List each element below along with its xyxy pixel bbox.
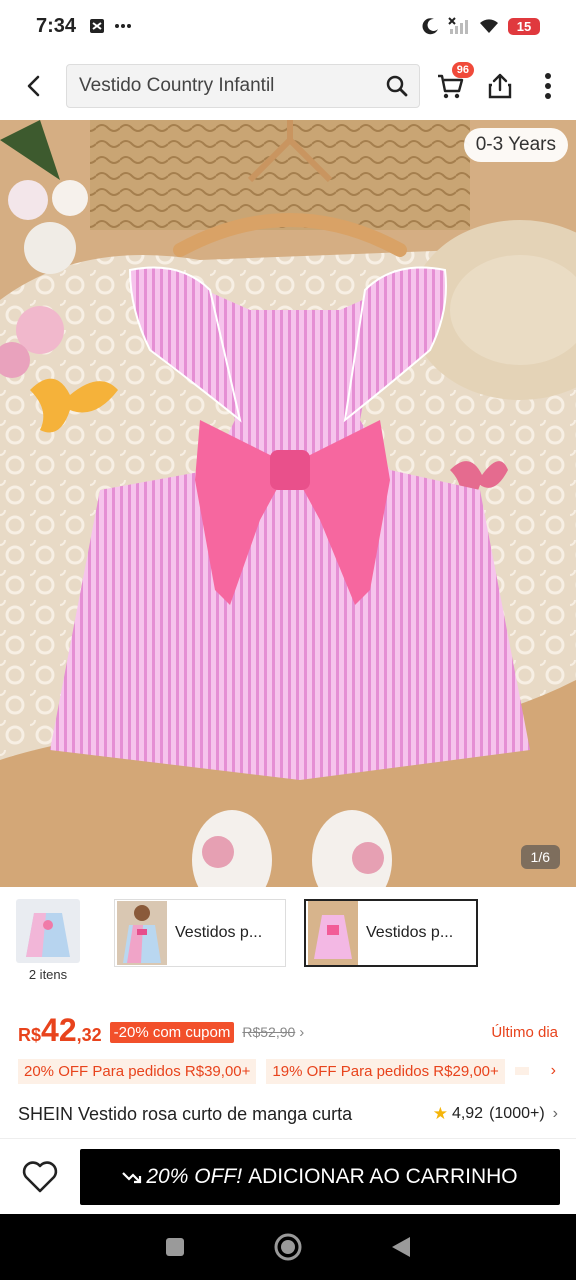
rating-value: 4,92 — [451, 1105, 484, 1122]
rating-count: (1000+) — [489, 1105, 545, 1122]
share-icon — [488, 73, 512, 99]
trend-down-icon — [122, 1171, 142, 1183]
add-to-cart-button[interactable]: 20% OFF! ADICIONAR AO CARRINHO — [80, 1148, 560, 1205]
variant-option-selected[interactable]: Vestidos p... — [304, 899, 478, 967]
promo-chip[interactable]: 19% OFF Para pedidos R$29,00+ — [266, 1058, 505, 1084]
product-image[interactable]: 0-3 Years 1/6 — [0, 120, 576, 887]
more-options-button[interactable] — [524, 62, 572, 110]
status-time: 7:34 — [36, 14, 77, 37]
signal-icon — [448, 17, 468, 34]
variant-option[interactable]: Vestidos p... — [114, 899, 286, 967]
heart-icon — [22, 1160, 58, 1192]
wishlist-button[interactable] — [0, 1139, 80, 1215]
wifi-icon — [480, 19, 498, 33]
cart-count-badge: 96 — [451, 62, 474, 78]
recent-apps-icon[interactable] — [164, 1236, 186, 1258]
search-input[interactable]: Vestido Country Infantil — [66, 64, 420, 108]
top-navigation: Vestido Country Infantil 96 — [0, 52, 576, 120]
back-triangle-icon[interactable] — [390, 1235, 412, 1259]
battery-indicator: 15 — [508, 17, 540, 35]
search-query: Vestido Country Infantil — [79, 75, 275, 96]
moon-icon — [422, 18, 438, 35]
price-decimal: ,32 — [76, 1025, 102, 1045]
add-to-cart-label: ADICIONAR AO CARRINHO — [248, 1164, 518, 1188]
cart-button[interactable]: 96 — [426, 62, 474, 110]
coupon-tag[interactable]: -20% com cupom — [109, 1021, 235, 1043]
notification-icon — [90, 19, 105, 33]
status-bar: 7:34 15 — [0, 0, 576, 52]
chevron-right-icon[interactable]: › — [299, 1024, 304, 1041]
all-variants-thumbnail — [16, 899, 80, 963]
more-dots-icon — [115, 24, 132, 28]
variant-label: Vestidos p... — [175, 924, 263, 941]
chevron-right-icon[interactable]: › — [551, 1062, 556, 1080]
kebab-menu-icon — [545, 73, 551, 99]
promo-chip-partial — [514, 1067, 529, 1075]
variant-thumbnail — [117, 901, 167, 965]
promo-chip[interactable]: 20% OFF Para pedidos R$39,00+ — [18, 1058, 257, 1084]
age-range-badge: 0-3 Years — [463, 128, 568, 162]
bottom-action-bar: 20% OFF! ADICIONAR AO CARRINHO — [0, 1138, 576, 1214]
back-button[interactable] — [6, 58, 62, 114]
promotions-row[interactable]: 20% OFF Para pedidos R$39,00+ 19% OFF Pa… — [0, 1056, 576, 1086]
price-currency: R$ — [18, 1025, 42, 1045]
chevron-right-icon: › — [552, 1105, 558, 1122]
all-variants-button[interactable]: 2 itens — [0, 899, 96, 982]
original-price[interactable]: R$52,90 — [242, 1024, 295, 1040]
deadline-label: Último dia — [491, 1023, 558, 1041]
status-right-icons: 15 — [422, 17, 540, 35]
variant-thumbnail — [308, 901, 358, 965]
share-button[interactable] — [476, 62, 524, 110]
variant-label: Vestidos p... — [366, 924, 454, 941]
back-arrow-icon — [27, 75, 40, 97]
product-photo — [0, 120, 576, 887]
system-navigation-bar — [0, 1214, 576, 1280]
variant-count: 2 itens — [28, 967, 68, 982]
price-row: R$ 42 ,32 -20% com cupom R$52,90 › Últim… — [0, 1012, 576, 1052]
variant-selector: 2 itens Vestidos p... Vestidos p... — [0, 887, 576, 993]
image-counter: 1/6 — [520, 845, 560, 869]
discount-label: 20% OFF! — [146, 1164, 243, 1188]
star-icon: ★ — [432, 1104, 448, 1123]
rating-summary[interactable]: ★ 4,92 (1000+) › — [433, 1100, 558, 1124]
search-icon[interactable] — [385, 74, 409, 98]
status-left-icons — [88, 17, 132, 35]
product-title-row: SHEIN Vestido rosa curto de manga curta … — [0, 1100, 576, 1140]
price-integer: 42 — [41, 1012, 77, 1048]
home-icon[interactable] — [273, 1232, 303, 1262]
product-title: SHEIN Vestido rosa curto de manga curta — [18, 1104, 353, 1124]
